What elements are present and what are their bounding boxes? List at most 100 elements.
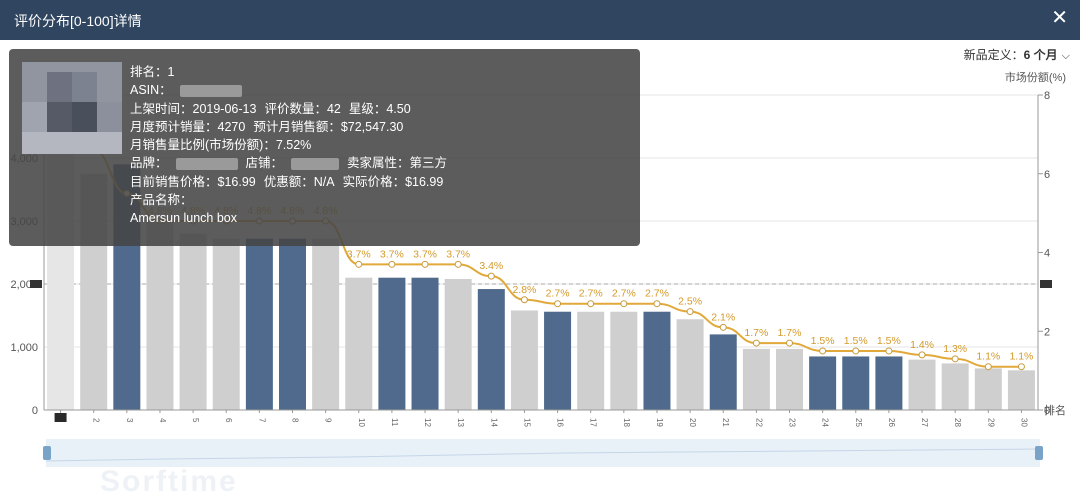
share-data-label: 2.7% [579, 288, 603, 300]
x-tick-label: 14 [489, 418, 498, 427]
product-name-label: 产品名称： [130, 193, 193, 208]
market-share-line: 月销售量比例(市场份额)：7.52% [130, 138, 312, 153]
share-data-label: 1.4% [910, 339, 934, 351]
share-point [355, 260, 363, 268]
bar [510, 310, 538, 410]
share-point [454, 260, 462, 268]
x-tick-label: 18 [622, 418, 631, 427]
bar [610, 311, 638, 410]
share-point [620, 300, 628, 308]
review-count: 评价数量：42 [264, 101, 341, 116]
share-data-label: 2.8% [512, 284, 536, 296]
tooltip: 排名：1 ASIN： 上架时间：2019-06-13 评价数量：42 星级：4.50… [9, 49, 640, 246]
x-tick-label: 9 [324, 418, 333, 423]
x-tick-label: 24 [821, 418, 830, 427]
bar [842, 356, 870, 410]
rank-line: 排名：1 [130, 65, 175, 79]
right-tick-label: 4 [1044, 248, 1050, 260]
monthly-sales: 月度预计销量：4270 [130, 119, 246, 134]
share-data-label: 1.5% [877, 335, 901, 347]
x-tick-label: 8 [291, 418, 300, 423]
x-axis-label: 排名 [1044, 403, 1066, 417]
x-tick-label: 23 [788, 418, 797, 427]
bar [709, 334, 737, 410]
bar [776, 348, 803, 410]
star-rating: 星级：4.50 [348, 101, 411, 116]
share-data-label: 1.1% [976, 351, 1000, 363]
share-data-label: 1.5% [811, 335, 835, 347]
zoom-slider[interactable] [46, 439, 1040, 467]
x-tick-label: 15 [522, 418, 531, 427]
x-tick-label: 19 [655, 418, 664, 427]
markline-marker-left [30, 280, 42, 288]
x-tick-label: 5 [191, 418, 200, 423]
store-label: 店铺： [245, 156, 284, 171]
share-point [554, 300, 562, 308]
bar [146, 221, 174, 410]
current-price: 目前销售价格：$16.99 [130, 174, 256, 189]
product-name: Amersun lunch box [130, 211, 238, 226]
right-tick-label: 8 [1044, 90, 1050, 102]
x-tick-label: 22 [754, 418, 763, 427]
share-data-label: 1.7% [744, 327, 768, 339]
bar [875, 356, 903, 410]
bar [1007, 370, 1035, 410]
asin-line: ASIN： [130, 83, 172, 98]
x-tick-label: 2 [92, 418, 101, 423]
discount: 优惠额：N/A [263, 174, 335, 189]
x-tick-label: 17 [589, 418, 598, 427]
bar [411, 277, 439, 410]
bar [643, 311, 671, 410]
x-tick-label: 26 [887, 418, 896, 427]
actual-price: 实际价格：$16.99 [342, 174, 444, 189]
bar [742, 348, 770, 410]
redacted-brand [175, 158, 238, 171]
share-data-label: 2.7% [645, 288, 669, 300]
bar [908, 359, 936, 410]
share-point [819, 347, 827, 355]
x-tick-label: 29 [986, 418, 995, 427]
share-point [520, 296, 528, 304]
share-point [421, 260, 429, 268]
zoom-handle-left[interactable] [43, 446, 51, 460]
share-point [951, 355, 959, 363]
x-tick-label: 20 [688, 418, 697, 427]
x-tick-label: 27 [920, 418, 929, 427]
bar [544, 311, 572, 410]
brand-label: 品牌： [130, 156, 168, 171]
watermark: Sorftime [100, 465, 238, 498]
bar [312, 238, 340, 410]
x-tick-label: 21 [721, 418, 730, 427]
redacted-store [291, 158, 340, 171]
bar [179, 233, 207, 410]
share-point [984, 363, 992, 371]
bar [345, 277, 373, 410]
zoom-handle-right[interactable] [1035, 446, 1043, 460]
share-data-label: 3.7% [380, 248, 404, 260]
x-tick-label: 6 [224, 418, 233, 423]
share-point [752, 339, 760, 347]
share-data-label: 2.7% [612, 288, 636, 300]
bar [212, 238, 240, 410]
share-data-label: 2.7% [546, 288, 570, 300]
x-tick-label: 25 [854, 418, 863, 427]
bar [676, 319, 704, 410]
listed-date: 上架时间：2019-06-13 [130, 101, 257, 116]
left-tick-label: 1,000 [10, 342, 38, 354]
x-tick-label: 4 [158, 418, 167, 423]
x-tick-label: 7 [257, 418, 266, 423]
share-data-label: 1.3% [943, 343, 967, 355]
bar [477, 289, 505, 410]
share-point [719, 323, 727, 331]
bar [974, 368, 1002, 410]
bar [279, 238, 306, 410]
x-tick-label: 3 [125, 418, 134, 423]
share-data-label: 2.5% [678, 296, 702, 308]
bar [444, 278, 472, 410]
share-data-label: 1.5% [844, 335, 868, 347]
markline-marker-right [1040, 280, 1052, 288]
share-point [686, 308, 694, 316]
share-data-label: 3.4% [479, 260, 503, 272]
share-point [1017, 363, 1025, 371]
x-tick-label: 30 [1019, 418, 1028, 427]
